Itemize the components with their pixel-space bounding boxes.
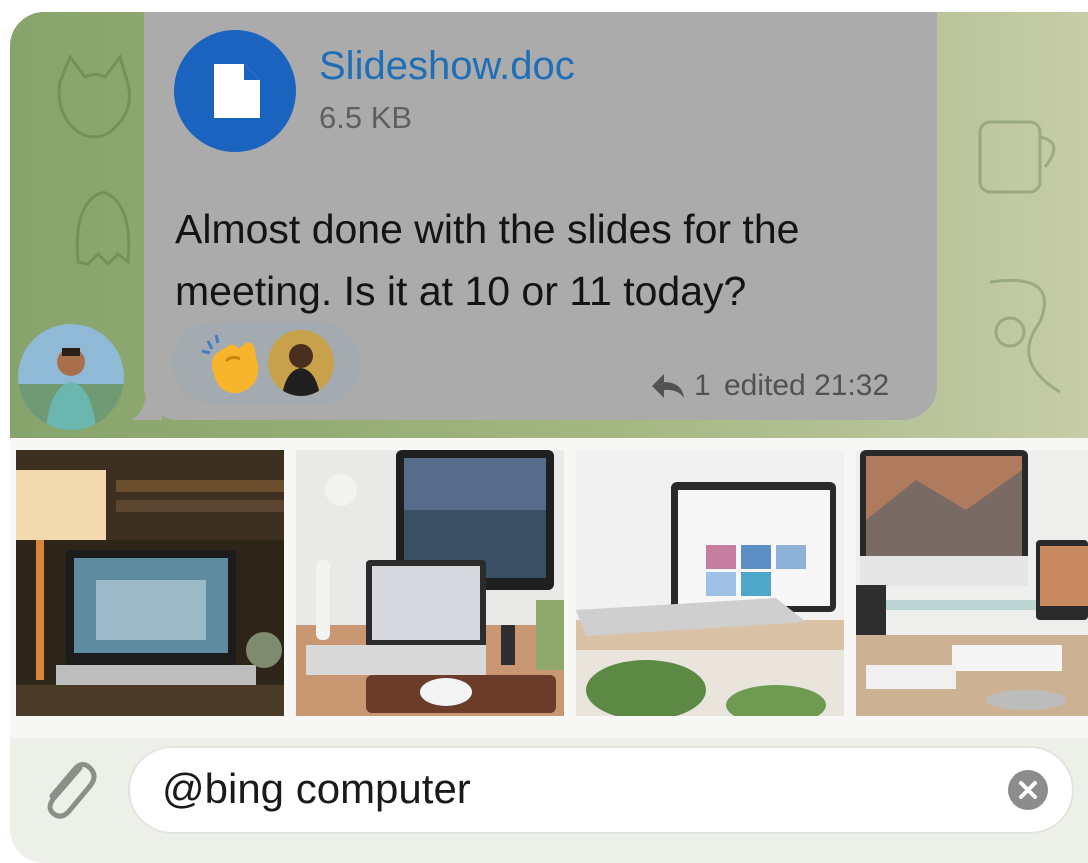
input-text[interactable]: @bing computer: [162, 768, 471, 810]
sender-avatar[interactable]: [18, 324, 124, 430]
reply-arrow-icon: [652, 374, 684, 398]
reply-count[interactable]: 1: [694, 371, 711, 401]
result-thumbnail-4[interactable]: [856, 450, 1088, 716]
telegram-chat-screen: Slideshow.doc 6.5 KB Almost done with th…: [10, 12, 1088, 863]
clear-x-icon[interactable]: [1008, 770, 1048, 810]
inline-results-strip: [10, 438, 1088, 738]
file-attachment-button[interactable]: [174, 30, 296, 152]
mug-doodle: [978, 120, 1056, 194]
message-text: Almost done with the slides for the meet…: [175, 206, 800, 314]
swirl-doodle: [989, 278, 1061, 394]
edited-timestamp: edited 21:32: [724, 369, 890, 402]
clapping-hands-emoji[interactable]: [200, 331, 266, 397]
paperclip-icon[interactable]: [36, 754, 100, 824]
document-icon: [214, 64, 260, 118]
result-thumbnail-1[interactable]: [16, 450, 284, 716]
file-name[interactable]: Slideshow.doc: [319, 46, 575, 86]
result-thumbnail-3[interactable]: [576, 450, 844, 716]
cat-doodle: [57, 53, 131, 139]
file-size: 6.5 KB: [319, 100, 413, 135]
reactor-avatar[interactable]: [268, 330, 334, 396]
ghost-doodle: [75, 190, 131, 267]
result-thumbnail-2[interactable]: [296, 450, 564, 716]
